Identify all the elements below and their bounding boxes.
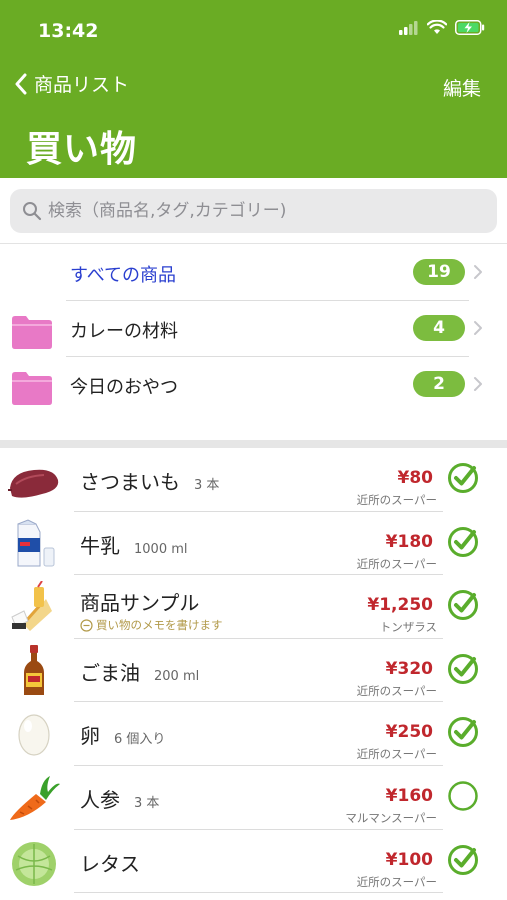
page-title: 買い物 [26,129,138,170]
count-badge: 19 [413,259,465,285]
item-store: 近所のスーパー [356,493,437,507]
list-item[interactable]: 商品サンプル 買い物のメモを書けます ¥1,250 トンザラス [0,575,507,639]
status-time: 13:42 [38,20,99,42]
item-name-wrap: 商品サンプル [80,587,199,616]
item-quantity: 3 本 [194,478,220,493]
count-badge: 4 [413,315,465,341]
search-bar[interactable] [10,189,497,233]
item-memo: 買い物のメモを書けます [80,617,223,633]
item-name-wrap: 牛乳 1000 ml [80,530,188,559]
search-input[interactable] [48,201,478,221]
app-header: 13:42 商品リスト 編集 買い物 [0,0,507,178]
carrot-icon [10,775,60,820]
check-circle-icon[interactable] [447,589,479,621]
signal-icon [399,20,418,35]
chevron-right-icon [474,321,482,335]
list-item[interactable]: 卵 6 個入り ¥250 近所のスーパー [0,702,507,766]
item-price: ¥160 [385,785,433,806]
item-price: ¥1,250 [367,595,433,616]
item-store: 近所のスーパー [356,874,437,889]
list-item[interactable]: 牛乳 1000 ml ¥180 近所のスーパー [0,512,507,576]
folder-row-all[interactable]: すべての商品 19 [0,245,507,301]
item-store: 近所のスーパー [356,683,437,698]
section-divider [0,440,507,448]
folder-label: カレーの材料 [70,321,178,342]
item-price: ¥180 [385,531,433,552]
empty-circle-icon[interactable] [447,780,479,812]
check-circle-icon[interactable] [447,716,479,748]
chevron-left-icon [15,73,27,94]
item-name: 牛乳 [80,533,120,558]
item-memo-text: 買い物のメモを書けます [96,618,223,633]
egg-icon [18,714,50,756]
chevron-right-icon [474,377,482,391]
search-area [0,178,507,244]
status-bar: 13:42 [0,0,507,60]
check-circle-icon[interactable] [447,462,479,494]
battery-charging-icon [455,20,485,35]
back-button[interactable]: 商品リスト [14,70,129,97]
item-price: ¥80 [397,468,434,488]
folder-row-snacks[interactable]: 今日のおやつ 2 [0,357,507,413]
folder-label: 今日のおやつ [70,377,178,398]
count-badge: 2 [413,371,465,397]
sample-product-icon [11,581,52,632]
search-icon [23,202,42,221]
item-price: ¥250 [385,722,433,743]
sesame-oil-icon [24,644,44,695]
folder-row-curry[interactable]: カレーの材料 4 [0,301,507,357]
item-name-wrap: 卵 6 個入り [80,720,165,749]
item-store: マルマンスーパー [345,810,437,825]
lettuce-icon [12,841,56,886]
item-name: 商品サンプル [80,591,200,616]
item-quantity: 3 本 [134,795,160,811]
item-name-wrap: さつまいも 3 本 [80,466,219,495]
item-name: 人参 [80,787,120,812]
folder-icon [12,372,52,405]
item-name-wrap: 人参 3 本 [80,784,159,813]
item-name: レタス [80,851,140,876]
item-name: 卵 [80,724,100,749]
item-store: トンザラス [379,620,437,635]
list-item[interactable]: レタス ¥100 近所のスーパー [0,830,507,894]
item-price: ¥100 [385,849,433,870]
folder-list: すべての商品 19 カレーの材料 4 今日のおやつ 2 [0,245,507,413]
list-item[interactable]: ごま油 200 ml ¥320 近所のスーパー [0,639,507,703]
item-name-wrap: ごま油 200 ml [80,657,199,686]
check-circle-icon[interactable] [447,526,479,558]
nav-bar: 商品リスト 編集 [0,70,507,104]
divider [74,892,443,894]
item-quantity: 6 個入り [114,732,166,748]
item-name: ごま油 [80,660,140,685]
item-store: 近所のスーパー [356,747,437,762]
status-icons [399,20,485,35]
item-name: さつまいも [80,470,180,494]
sweet-potato-icon [8,469,59,498]
item-store: 近所のスーパー [356,556,437,571]
check-circle-icon[interactable] [447,653,479,685]
item-price: ¥320 [385,658,433,679]
item-quantity: 200 ml [154,668,200,684]
folder-icon [12,316,52,349]
back-button-label: 商品リスト [34,74,130,96]
memo-icon [80,619,93,632]
list-item[interactable]: さつまいも 3 本 ¥80 近所のスーパー [0,448,507,512]
wifi-icon [427,20,447,34]
edit-button[interactable]: 編集 [443,74,481,101]
chevron-right-icon [474,265,482,279]
item-name-wrap: レタス [80,848,140,877]
folder-label: すべての商品 [70,265,177,286]
item-list: さつまいも 3 本 ¥80 近所のスーパー 牛乳 1000 ml ¥180 近所のス… [0,448,507,894]
item-quantity: 1000 ml [134,541,188,557]
list-item[interactable]: 人参 3 本 ¥160 マルマンスーパー [0,766,507,830]
milk-icon [17,519,55,567]
check-circle-icon[interactable] [447,844,479,876]
